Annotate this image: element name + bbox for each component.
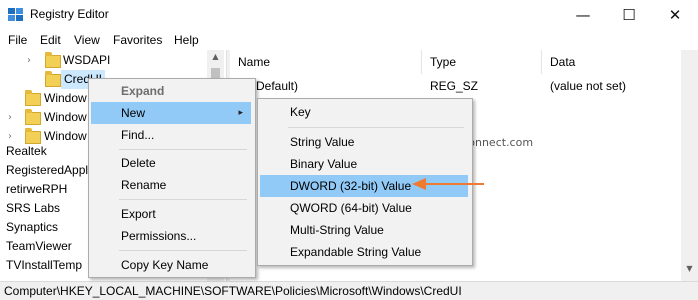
value-data: (value not set): [550, 79, 627, 93]
column-header-name[interactable]: Name: [230, 50, 422, 74]
submenu-item-expandable-string-value[interactable]: Expandable String Value: [260, 241, 468, 263]
menu-item-label: String Value: [290, 135, 355, 149]
folder-icon: [45, 71, 61, 87]
submenu-item-key[interactable]: Key: [260, 101, 468, 123]
menu-file[interactable]: File: [8, 33, 27, 47]
menu-item-label: Key: [290, 105, 311, 119]
menu-item-label: Expand: [121, 84, 165, 98]
folder-icon: [45, 52, 61, 68]
value-type: REG_SZ: [430, 79, 479, 93]
menu-item-label: Delete: [121, 156, 156, 170]
menu-item-label: Expandable String Value: [290, 245, 422, 259]
submenu-arrow-icon: ▸: [238, 108, 243, 118]
menu-edit[interactable]: Edit: [40, 33, 61, 47]
menu-item-label: QWORD (64-bit) Value: [290, 201, 412, 215]
submenu-item-binary-value[interactable]: Binary Value: [260, 153, 468, 175]
column-header-type[interactable]: Type: [422, 50, 542, 74]
menu-item-permissions[interactable]: Permissions...: [91, 225, 251, 247]
menu-item-label: Find...: [121, 128, 155, 142]
menu-item-copy-key-name[interactable]: Copy Key Name: [91, 254, 251, 276]
menu-separator: [119, 250, 247, 251]
status-bar: Computer\HKEY_LOCAL_MACHINE\SOFTWARE\Pol…: [0, 281, 698, 300]
tree-item[interactable]: Realtek: [6, 142, 47, 161]
menu-item-label: New: [121, 106, 146, 120]
close-button[interactable]: ✕: [652, 0, 698, 30]
submenu-item-string-value[interactable]: String Value: [260, 131, 468, 153]
menu-item-expand[interactable]: Expand: [91, 80, 251, 102]
menu-item-label: Copy Key Name: [121, 258, 209, 272]
expander-icon[interactable]: ›: [27, 51, 31, 70]
menu-item-rename[interactable]: Rename: [91, 174, 251, 196]
tree-item[interactable]: › WSDAPI: [0, 51, 206, 70]
menu-separator: [288, 127, 464, 128]
tree-item-label: Window: [44, 91, 87, 105]
tree-item[interactable]: TeamViewer: [6, 237, 72, 256]
submenu-item-multi-string-value[interactable]: Multi-String Value: [260, 219, 468, 241]
window-title: Registry Editor: [30, 7, 109, 21]
menu-view[interactable]: View: [74, 33, 100, 47]
folder-icon: [25, 90, 41, 106]
tree-item[interactable]: RegisteredAppl: [6, 161, 88, 180]
status-path: Computer\HKEY_LOCAL_MACHINE\SOFTWARE\Pol…: [4, 284, 462, 298]
menu-item-export[interactable]: Export: [91, 203, 251, 225]
folder-icon: [25, 109, 41, 125]
tree-item[interactable]: Synaptics: [6, 218, 58, 237]
menu-item-find[interactable]: Find...: [91, 124, 251, 146]
context-menu: Expand New ▸ Find... Delete Rename Expor…: [88, 78, 256, 278]
tree-item[interactable]: SRS Labs: [6, 199, 60, 218]
tree-item-label: Window: [44, 129, 87, 143]
tree-item-label: Window: [44, 110, 87, 124]
minimize-button[interactable]: —: [560, 0, 606, 30]
maximize-button[interactable]: ☐: [606, 0, 652, 30]
menu-item-label: Binary Value: [290, 157, 358, 171]
menu-item-delete[interactable]: Delete: [91, 152, 251, 174]
list-scrollbar[interactable]: ▼: [681, 50, 698, 281]
registry-editor-icon: [8, 8, 23, 21]
tree-item[interactable]: retirweRPH: [6, 180, 67, 199]
column-header-data[interactable]: Data: [542, 50, 682, 74]
title-bar: Registry Editor — ☐ ✕: [0, 0, 698, 30]
menu-favorites[interactable]: Favorites: [113, 33, 162, 47]
expander-icon[interactable]: ›: [8, 108, 12, 127]
tree-item[interactable]: TVInstallTemp: [6, 256, 82, 275]
submenu-item-qword-value[interactable]: QWORD (64-bit) Value: [260, 197, 468, 219]
menu-item-label: DWORD (32-bit) Value: [290, 179, 412, 193]
menu-bar: File Edit View Favorites Help: [0, 30, 698, 50]
value-name[interactable]: (Default): [252, 79, 298, 93]
scroll-up-icon[interactable]: ▲: [207, 52, 224, 61]
menu-item-label: Permissions...: [121, 229, 197, 243]
menu-separator: [119, 199, 247, 200]
tree-item-label: WSDAPI: [63, 53, 111, 67]
scroll-down-icon[interactable]: ▼: [681, 264, 698, 273]
menu-item-label: Export: [121, 207, 156, 221]
menu-item-new[interactable]: New ▸: [91, 102, 251, 124]
menu-separator: [119, 149, 247, 150]
menu-help[interactable]: Help: [174, 33, 199, 47]
menu-item-label: Rename: [121, 178, 167, 192]
annotation-arrow-icon: [412, 178, 484, 190]
menu-item-label: Multi-String Value: [290, 223, 384, 237]
